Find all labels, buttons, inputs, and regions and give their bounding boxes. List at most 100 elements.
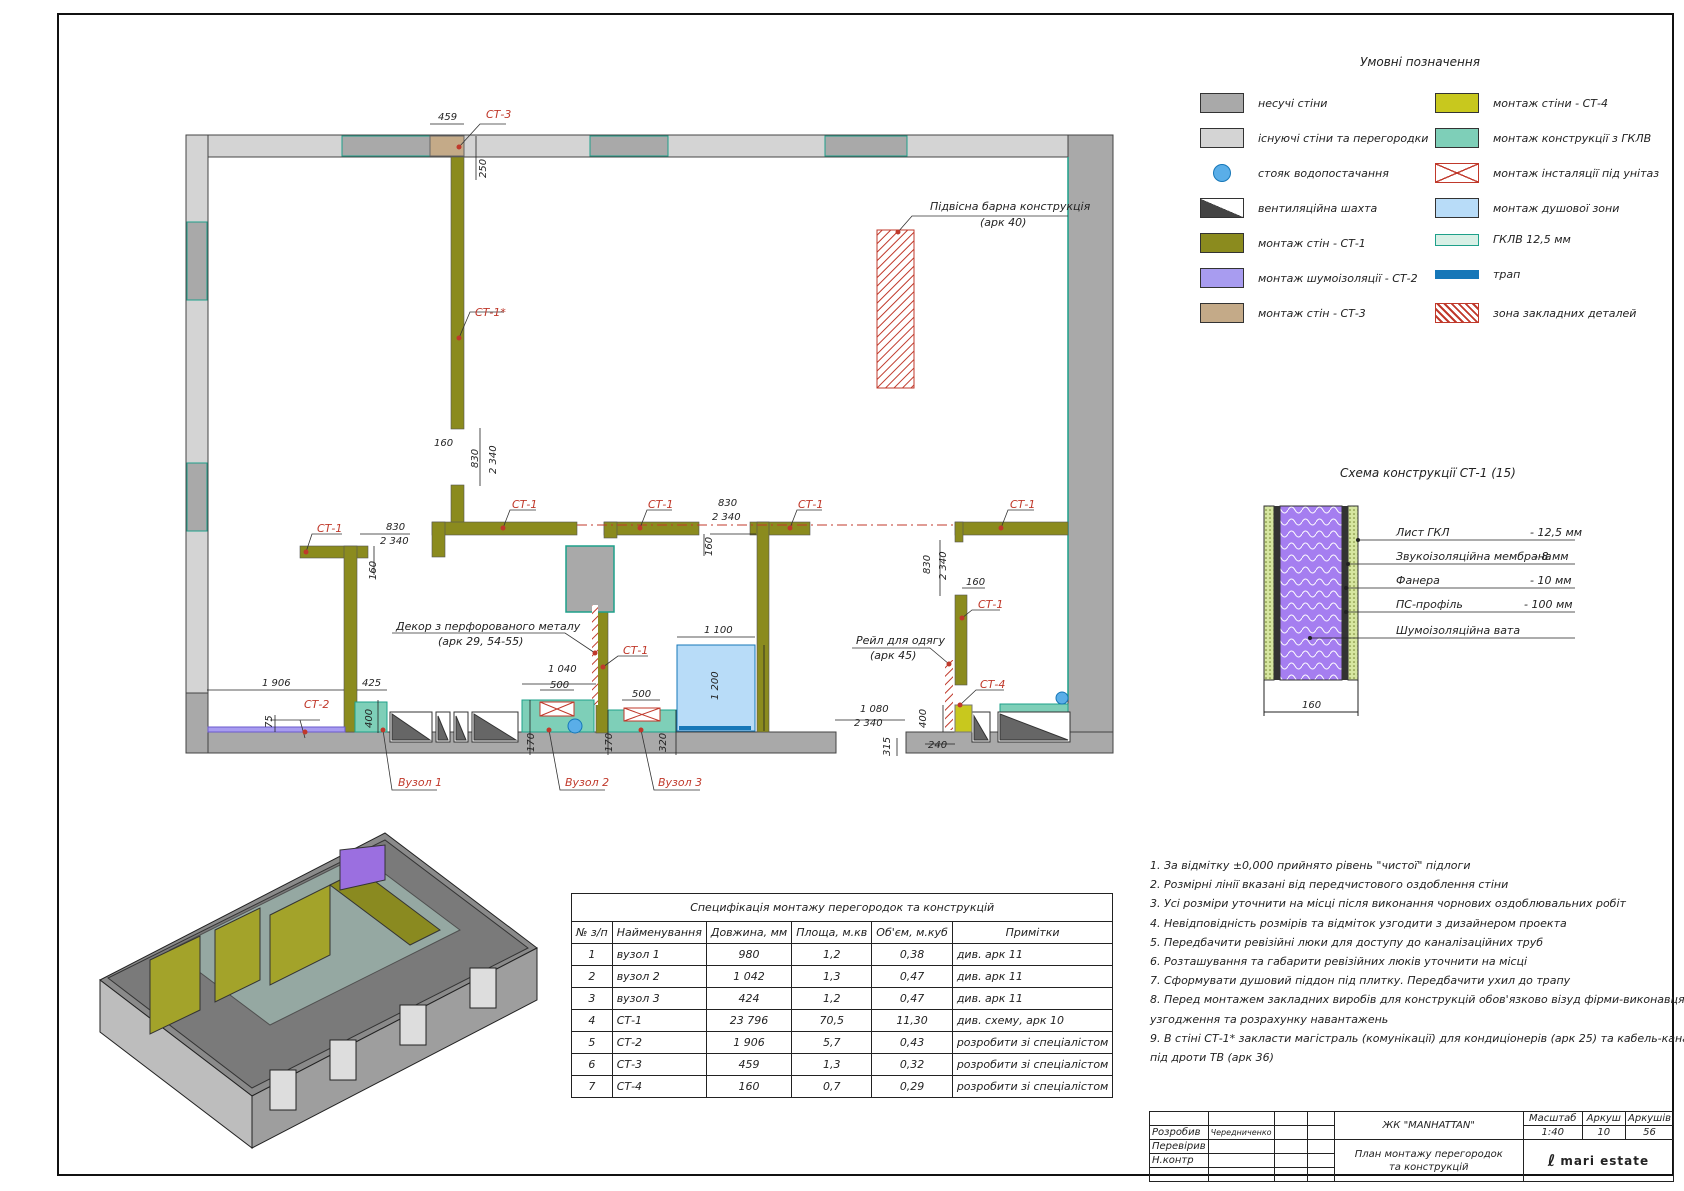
st1-scheme: Схема конструкції СТ-1 (15) 160 Лист ГКЛ… xyxy=(1263,466,1582,716)
sheets-value: 56 xyxy=(1625,1125,1674,1140)
spec-table: Специфікація монтажу перегородок та конс… xyxy=(570,893,1114,1098)
scale-value: 1:40 xyxy=(1522,1125,1583,1140)
note: 4. Невідповідність розмірів та відміток … xyxy=(1150,916,1567,930)
dim-2340: 2 340 xyxy=(938,551,949,580)
spec-header-row: № з/п Найменування Довжина, мм Площа, м.… xyxy=(571,921,1114,944)
label-st1s: СТ-1* xyxy=(475,306,506,319)
note: 8. Перед монтажем закладних виробів для … xyxy=(1150,993,1684,1007)
legend-item: монтаж інсталяції під унітаз xyxy=(1435,163,1659,183)
label-st1: СТ-1 xyxy=(623,644,648,657)
dim-250: 250 xyxy=(478,159,489,178)
label-node1: Вузол 1 xyxy=(398,776,442,789)
note: 3. Усі розміри уточнити на місці після в… xyxy=(1150,897,1626,911)
project-name: ЖК "MANHATTAN" xyxy=(1333,1111,1524,1140)
bearing-walls xyxy=(185,134,1114,754)
dev-name: Чередниченко xyxy=(1207,1125,1276,1140)
st4-block xyxy=(954,704,973,733)
label-st1: СТ-1 xyxy=(798,498,823,511)
dim-830: 830 xyxy=(470,449,481,468)
dim-2340: 2 340 xyxy=(854,718,883,729)
sheets-label: Аркушів xyxy=(1625,1111,1674,1126)
sheet-title: План монтажу перегородок та конструкцій xyxy=(1333,1139,1524,1182)
label-st1: СТ-1 xyxy=(1010,498,1035,511)
label-st1: СТ-1 xyxy=(978,598,1003,611)
legend-title: Умовні позначення xyxy=(1360,55,1480,69)
note: під дроти ТВ (арк 36) xyxy=(1150,1051,1274,1065)
spec-header: Найменування xyxy=(611,921,707,944)
label-bar: Підвісна барна конструкція xyxy=(930,200,1091,213)
dim-2340: 2 340 xyxy=(712,512,741,523)
label-node3: Вузол 3 xyxy=(658,776,702,789)
label-bar-ref: (арк 40) xyxy=(980,216,1026,229)
table-row: 7 СТ-4 160 0,7 0,29 розробити зі спеціалістом xyxy=(571,1075,1114,1098)
label-st3: СТ-3 xyxy=(486,108,511,121)
dim-425: 425 xyxy=(362,678,381,689)
role-nk: Н.контр xyxy=(1149,1153,1209,1168)
legend-item: зона закладних деталей xyxy=(1435,303,1636,323)
dim-830: 830 xyxy=(922,555,933,574)
sheet-label: Аркуш xyxy=(1581,1111,1627,1126)
spec-header: Довжина, мм xyxy=(705,921,793,944)
dim-160: 160 xyxy=(966,577,985,588)
legend-item: монтаж стіни - СТ-4 xyxy=(1435,93,1608,113)
sheet-value: 10 xyxy=(1581,1125,1627,1140)
scheme-layer-value: - 12,5 мм xyxy=(1530,526,1582,539)
note: 2. Розмірні лінії вказані від передчисто… xyxy=(1150,878,1509,892)
st2-strip xyxy=(207,726,346,733)
scale-label: Масштаб xyxy=(1522,1111,1583,1126)
legend-item: монтаж стін - СТ-1 xyxy=(1200,233,1366,253)
vent-shaft xyxy=(565,545,615,613)
label-decor-ref: (арк 29, 54-55) xyxy=(438,635,523,648)
water-riser-icon xyxy=(1213,164,1231,182)
dim-240: 240 xyxy=(928,740,947,751)
drain xyxy=(679,726,751,730)
role-dev: Розробив xyxy=(1149,1125,1209,1140)
rail-zone xyxy=(945,660,953,730)
note: 1. За відмітку ±0,000 прийнято рівень "ч… xyxy=(1150,859,1471,872)
note: 7. Сформувати душовий піддон під плитку.… xyxy=(1150,974,1571,988)
dim-830: 830 xyxy=(386,522,405,533)
legend-item: стояк водопостачання xyxy=(1200,163,1389,183)
note: 9. В стіні СТ-1* закласти магістраль (ко… xyxy=(1150,1031,1684,1045)
spec-caption: Специфікація монтажу перегородок та конс… xyxy=(570,893,1114,922)
legend-item: несучі стіни xyxy=(1200,93,1327,113)
spec-header: Об'єм, м.куб xyxy=(871,921,953,944)
dim-160: 160 xyxy=(434,438,453,449)
note: 5. Передбачити ревізійні люки для доступ… xyxy=(1150,935,1544,949)
spec-header: Площа, м.кв xyxy=(791,921,873,944)
label-st1: СТ-1 xyxy=(648,498,673,511)
scheme-layer-name: Звукоізоляційна мембрана xyxy=(1396,550,1552,563)
legend-item: монтаж душової зони xyxy=(1435,198,1619,218)
dim-500: 500 xyxy=(632,689,651,700)
dim-400: 400 xyxy=(918,709,929,728)
dim-320: 320 xyxy=(658,733,669,752)
title-block: ЖК "MANHATTAN" Масштаб Аркуш Аркушів Роз… xyxy=(1149,1111,1675,1182)
scheme-layer-value: - 100 мм xyxy=(1524,598,1573,611)
scheme-layer-name: Шумоізоляційна вата xyxy=(1396,624,1520,637)
water-riser-icon xyxy=(567,718,583,734)
legend-item: трап xyxy=(1435,268,1520,281)
dim-459: 459 xyxy=(438,112,457,123)
dim-1906: 1 906 xyxy=(262,678,291,689)
dim-315: 315 xyxy=(882,737,893,756)
table-row: 4 СТ-1 23 796 70,5 11,30 див. схему, арк 10 xyxy=(571,1009,1114,1032)
dim-75: 75 xyxy=(264,715,275,728)
table-row: 6 СТ-3 459 1,3 0,32 розробити зі спеціалістом xyxy=(571,1053,1114,1076)
dim-2340: 2 340 xyxy=(380,536,409,547)
dim-1100: 1 100 xyxy=(704,625,733,636)
scheme-width: 160 xyxy=(1302,700,1321,711)
label-rail-ref: (арк 45) xyxy=(870,649,916,662)
dim-400: 400 xyxy=(364,709,375,728)
water-riser-icon xyxy=(1055,691,1069,705)
notes: 1. За відмітку ±0,000 прийнято рівень "ч… xyxy=(1150,856,1684,1067)
scheme-layer-name: Лист ГКЛ xyxy=(1395,526,1450,539)
dim-160: 160 xyxy=(704,537,715,556)
legend-item: монтаж стін - СТ-3 xyxy=(1200,303,1366,323)
dim-1040: 1 040 xyxy=(548,664,577,675)
scheme-layer-value: - 10 мм xyxy=(1530,574,1572,587)
note: узгодження та розрахунку навантажень xyxy=(1150,1012,1389,1026)
dim-1200: 1 200 xyxy=(710,671,721,700)
legend-item: монтаж конструкції з ГКЛВ xyxy=(1435,128,1651,148)
label-st1: СТ-1 xyxy=(512,498,537,511)
label-decor: Декор з перфорованого металу xyxy=(395,620,581,633)
